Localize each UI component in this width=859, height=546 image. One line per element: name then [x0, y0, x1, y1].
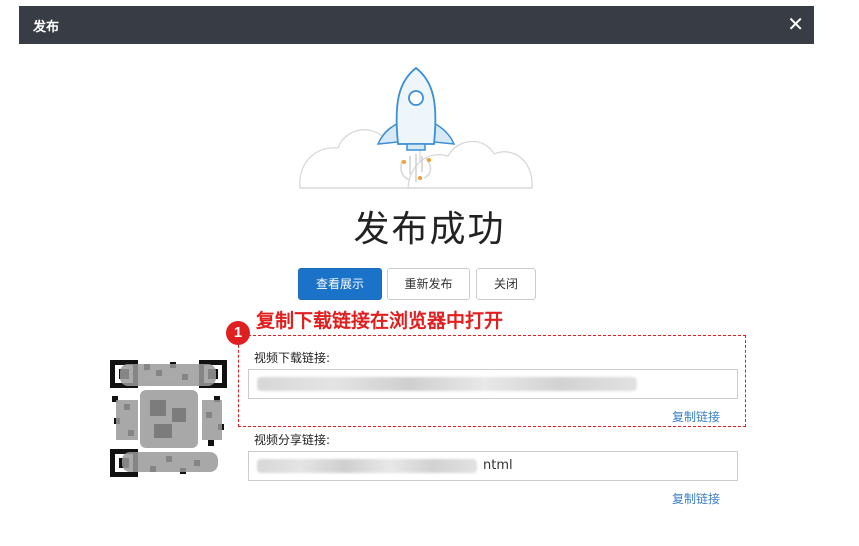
- close-icon[interactable]: ✕: [787, 11, 804, 37]
- copy-share-link-button[interactable]: 复制链接: [672, 490, 720, 507]
- view-display-button[interactable]: 查看展示: [298, 268, 382, 300]
- share-link-value: ntml: [483, 458, 513, 473]
- download-link-field[interactable]: [248, 369, 738, 399]
- redacted-text: [257, 459, 477, 473]
- share-link-label: 视频分享链接:: [254, 433, 331, 447]
- redacted-text: [257, 377, 637, 391]
- success-title: 发布成功: [353, 209, 506, 250]
- close-button[interactable]: 关闭: [476, 268, 536, 300]
- download-link-label: 视频下载链接:: [254, 351, 331, 365]
- qr-code: [110, 360, 227, 477]
- republish-button[interactable]: 重新发布: [387, 268, 470, 300]
- share-link-field[interactable]: ntml: [248, 451, 738, 481]
- copy-download-link-button[interactable]: 复制链接: [672, 408, 720, 425]
- rocket-illustration: [299, 66, 533, 189]
- annotation-number-badge: 1: [226, 321, 250, 345]
- dialog-title: 发布: [33, 20, 60, 35]
- annotation-text: 复制下载链接在浏览器中打开: [256, 311, 504, 332]
- dialog-titlebar: 发布 ✕: [19, 6, 814, 44]
